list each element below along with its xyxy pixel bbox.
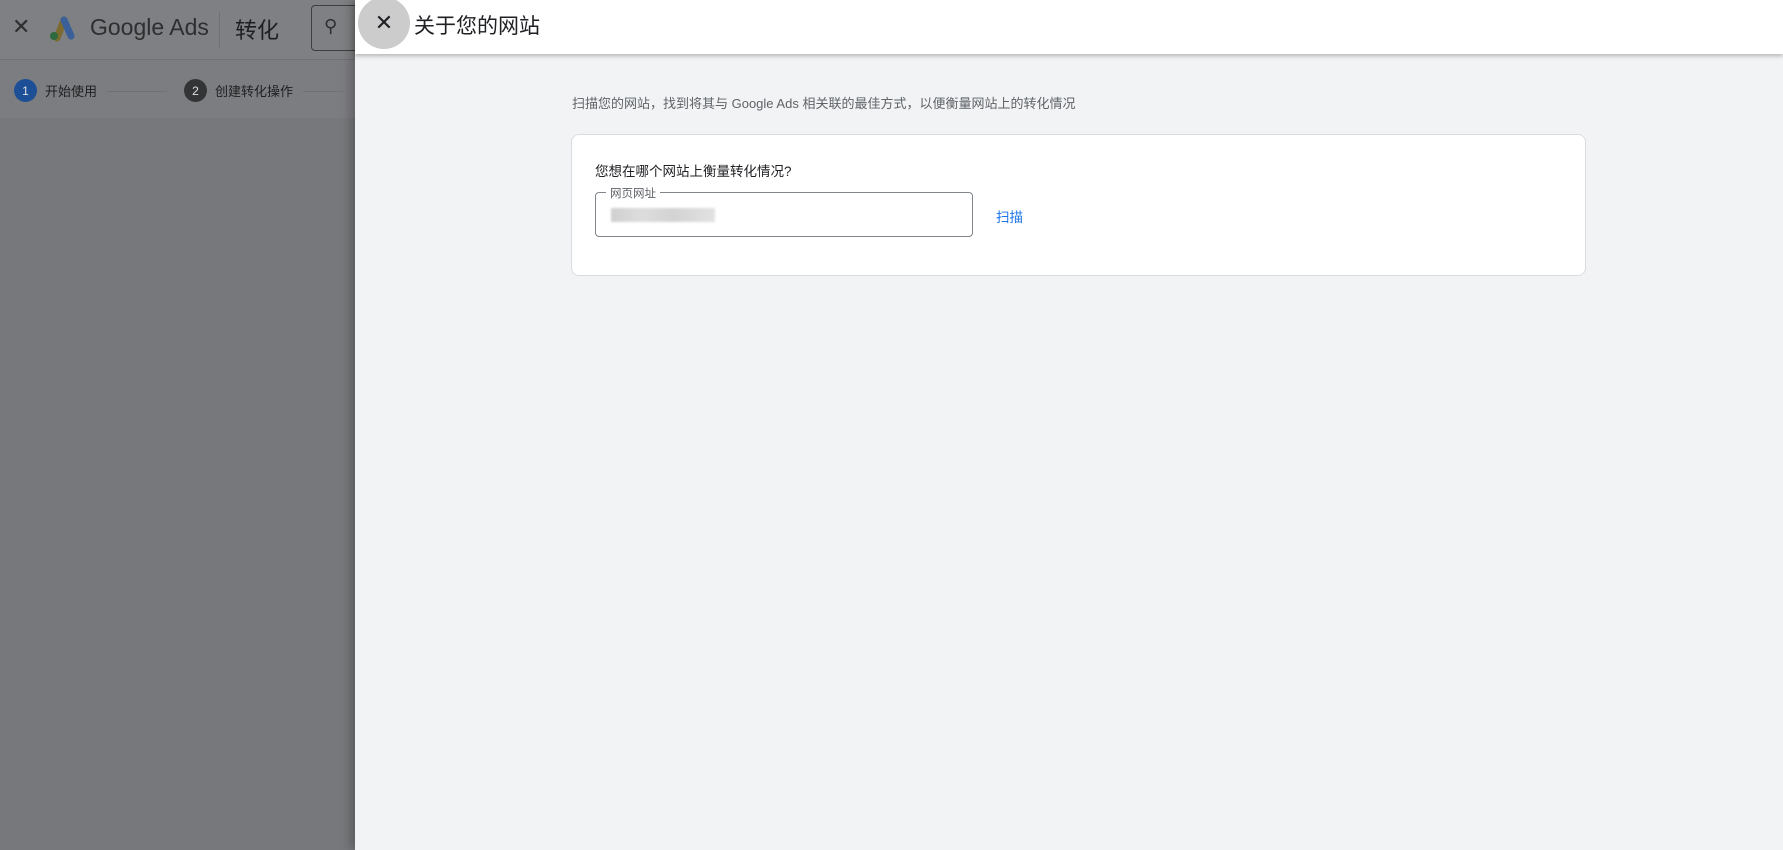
close-icon: ✕ xyxy=(374,10,394,35)
url-input[interactable]: 网页网址 xyxy=(595,185,973,237)
search-icon: ⚲ xyxy=(324,16,338,36)
website-card: 您想在哪个网站上衡量转化情况? 网页网址 扫描 xyxy=(571,134,1586,276)
step-number: 1 xyxy=(14,79,37,102)
redacted-url-value xyxy=(611,208,715,222)
brand-name: Google Ads xyxy=(90,14,209,40)
step-connector xyxy=(303,91,343,92)
page-title: 转化 xyxy=(235,18,280,43)
panel-header: ✕ 关于您的网站 xyxy=(355,0,1783,54)
website-question: 您想在哪个网站上衡量转化情况? xyxy=(595,164,792,179)
close-panel-button[interactable]: ✕ xyxy=(358,0,410,49)
side-panel: ✕ 关于您的网站 扫描您的网站，找到将其与 Google Ads 相关联的最佳方… xyxy=(355,0,1783,850)
close-icon[interactable]: ✕ xyxy=(12,14,30,40)
panel-title: 关于您的网站 xyxy=(414,15,540,38)
step-label: 开始使用 xyxy=(45,84,98,99)
google-ads-logo-icon xyxy=(50,16,75,42)
url-label: 网页网址 xyxy=(606,185,660,201)
step-2: 2 创建转化操作 xyxy=(184,79,293,102)
divider xyxy=(219,12,220,48)
panel-description: 扫描您的网站，找到将其与 Google Ads 相关联的最佳方式，以便衡量网站上… xyxy=(572,96,1076,111)
step-number: 2 xyxy=(184,79,207,102)
step-1: 1 开始使用 xyxy=(14,79,97,102)
step-label: 创建转化操作 xyxy=(215,84,294,99)
scan-button[interactable]: 扫描 xyxy=(996,206,1023,226)
step-connector xyxy=(107,91,167,92)
